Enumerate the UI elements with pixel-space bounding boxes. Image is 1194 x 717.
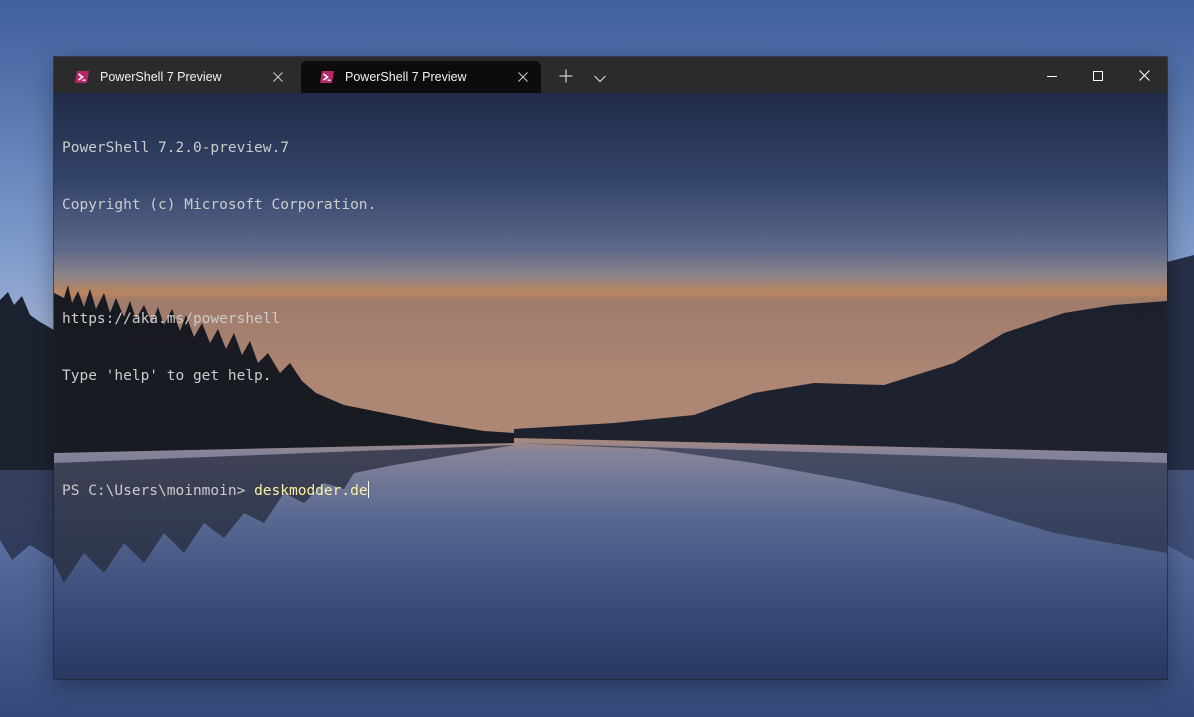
text-cursor — [367, 481, 369, 498]
powershell-icon — [74, 69, 90, 85]
terminal-output: PowerShell 7.2.0-preview.7 Copyright (c)… — [62, 101, 376, 538]
profile-dropdown-button[interactable] — [585, 63, 615, 91]
tab-label: PowerShell 7 Preview — [100, 70, 222, 84]
tab-powershell-1[interactable]: PowerShell 7 Preview — [56, 61, 296, 93]
terminal-pane[interactable]: PowerShell 7.2.0-preview.7 Copyright (c)… — [54, 93, 1167, 679]
tab-label: PowerShell 7 Preview — [345, 70, 467, 84]
command-input[interactable]: deskmodder.de — [254, 483, 368, 499]
close-tab-icon[interactable] — [509, 63, 537, 91]
prompt-line[interactable]: PS C:\Users\moinmoin> deskmodder.de — [62, 481, 376, 500]
title-bar[interactable]: PowerShell 7 Preview PowerShell 7 Previe… — [54, 57, 1167, 93]
maximize-button[interactable] — [1075, 57, 1121, 93]
output-line: Copyright (c) Microsoft Corporation. — [62, 197, 377, 213]
minimize-icon — [1047, 66, 1057, 85]
terminal-window: PowerShell 7 Preview PowerShell 7 Previe… — [54, 57, 1167, 679]
tab-powershell-2[interactable]: PowerShell 7 Preview — [301, 61, 541, 93]
prompt-text: PS C:\Users\moinmoin> — [62, 483, 255, 499]
close-window-button[interactable] — [1121, 57, 1167, 93]
maximize-icon — [1093, 66, 1103, 85]
minimize-button[interactable] — [1029, 57, 1075, 93]
powershell-icon — [319, 69, 335, 85]
new-tab-button[interactable] — [551, 63, 581, 91]
plus-icon — [559, 68, 573, 87]
output-line: https://aka.ms/powershell — [62, 311, 281, 327]
close-icon — [1138, 66, 1150, 85]
output-line: PowerShell 7.2.0-preview.7 — [62, 140, 289, 156]
chevron-down-icon — [594, 68, 606, 87]
output-line: Type 'help' to get help. — [62, 368, 272, 384]
close-tab-icon[interactable] — [264, 63, 292, 91]
